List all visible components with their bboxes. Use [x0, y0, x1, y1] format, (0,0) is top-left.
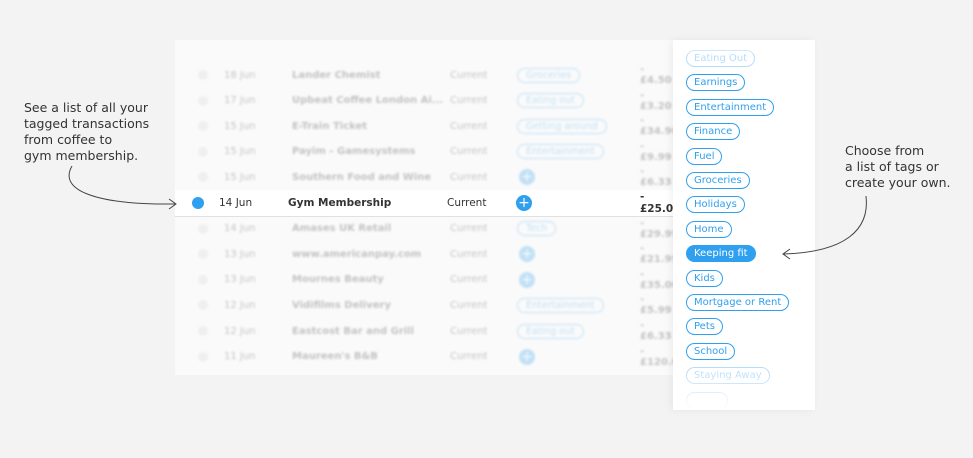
annotation-arrows [68, 165, 867, 260]
left-arrow-icon [68, 165, 176, 205]
right-arrow-icon [783, 195, 867, 255]
